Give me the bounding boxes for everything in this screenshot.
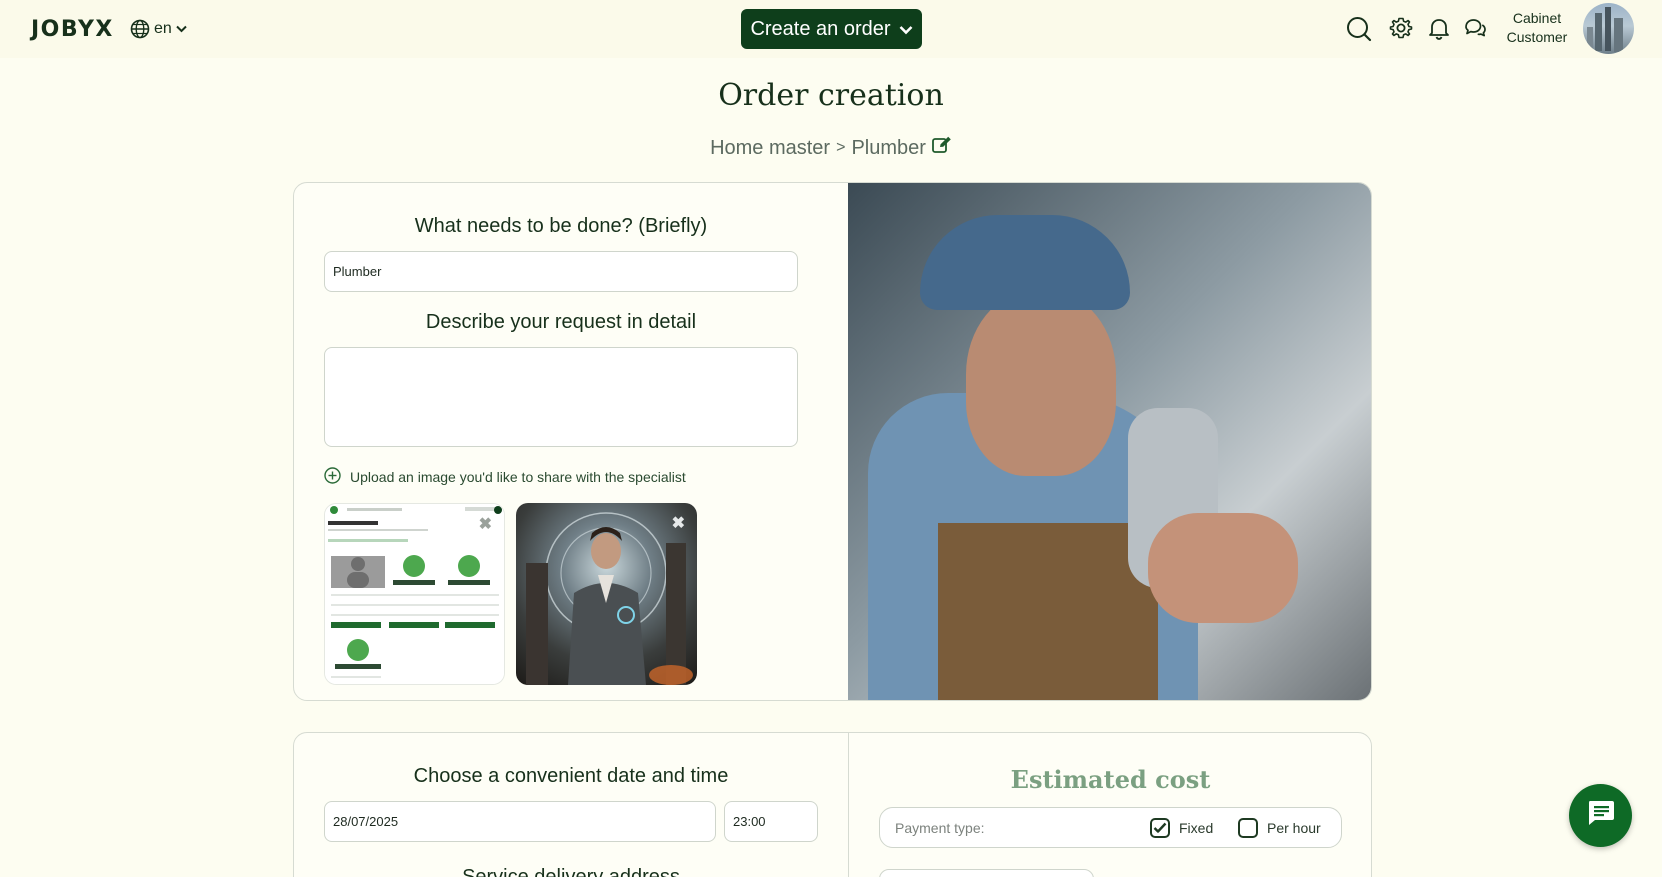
chevron-down-icon bbox=[176, 25, 187, 33]
chat-icon[interactable] bbox=[1463, 16, 1489, 42]
logo[interactable]: JOBYX bbox=[31, 17, 114, 42]
top-header: JOBYX en Create an order Cabinet Custome… bbox=[0, 0, 1662, 58]
create-order-button[interactable]: Create an order bbox=[741, 9, 922, 49]
brief-label: What needs to be done? (Briefly) bbox=[414, 215, 708, 237]
detail-label: Describe your request in detail bbox=[425, 311, 697, 333]
date-input-value: 28/07/2025 bbox=[333, 814, 399, 829]
upload-image-button[interactable]: Upload an image you'd like to share with… bbox=[324, 467, 686, 487]
user-name[interactable]: Cabinet Customer bbox=[1492, 9, 1582, 47]
chevron-down-icon bbox=[899, 18, 913, 41]
breadcrumb-category[interactable]: Home master bbox=[710, 137, 830, 160]
language-label: en bbox=[154, 20, 172, 37]
message-icon bbox=[1586, 798, 1616, 833]
address-label: Service delivery address bbox=[462, 866, 680, 877]
edit-icon[interactable] bbox=[932, 136, 952, 160]
search-icon[interactable] bbox=[1346, 16, 1372, 42]
payment-option-fixed[interactable]: Fixed bbox=[1150, 818, 1213, 838]
globe-icon bbox=[130, 19, 150, 39]
bell-icon[interactable] bbox=[1427, 16, 1453, 42]
brief-input[interactable]: Plumber bbox=[324, 251, 798, 292]
brief-input-value: Plumber bbox=[333, 264, 382, 279]
plus-circle-icon bbox=[324, 467, 341, 487]
portrait-thumbnail-image bbox=[526, 512, 693, 685]
chat-support-button[interactable] bbox=[1569, 784, 1632, 847]
date-input[interactable]: 28/07/2025 bbox=[324, 801, 716, 842]
cost-input[interactable] bbox=[879, 869, 1094, 877]
page-title: Order creation bbox=[718, 78, 944, 113]
attachment-portrait[interactable]: ✖ bbox=[516, 503, 697, 685]
breadcrumb-separator: > bbox=[836, 139, 846, 156]
time-input[interactable]: 23:00 bbox=[724, 801, 818, 842]
avatar[interactable] bbox=[1583, 3, 1634, 54]
checkbox-checked-icon[interactable] bbox=[1150, 818, 1170, 838]
payment-type-label: Payment type: bbox=[895, 820, 985, 836]
detail-textarea[interactable] bbox=[324, 347, 798, 447]
date-time-label: Choose a convenient date and time bbox=[413, 765, 729, 787]
language-selector[interactable]: en bbox=[130, 18, 187, 40]
payment-option-per-hour[interactable]: Per hour bbox=[1238, 818, 1321, 838]
plumber-hero-image bbox=[848, 183, 1371, 700]
checkbox-unchecked-icon[interactable] bbox=[1238, 818, 1258, 838]
card-divider bbox=[848, 733, 849, 877]
breadcrumb-item: Plumber bbox=[851, 136, 926, 159]
estimated-cost-title: Estimated cost bbox=[1010, 765, 1211, 794]
schedule-estimate-card: Choose a convenient date and time 28/07/… bbox=[293, 732, 1372, 877]
create-order-label: Create an order bbox=[750, 17, 891, 40]
payment-option-fixed-label: Fixed bbox=[1179, 820, 1214, 836]
upload-label: Upload an image you'd like to share with… bbox=[350, 469, 686, 485]
payment-type-selector: Payment type: Fixed Per hour bbox=[879, 807, 1342, 848]
remove-attachment-icon[interactable]: ✖ bbox=[479, 514, 492, 534]
breadcrumb: Home master > Plumber bbox=[0, 136, 1662, 160]
attachment-screenshot[interactable]: ✖ bbox=[324, 503, 505, 685]
payment-option-per-hour-label: Per hour bbox=[1267, 820, 1321, 836]
gear-icon[interactable] bbox=[1389, 16, 1415, 42]
user-name-line2: Customer bbox=[1506, 29, 1568, 45]
user-name-line1: Cabinet bbox=[1512, 10, 1562, 26]
order-details-card: What needs to be done? (Briefly) Plumber… bbox=[293, 182, 1372, 701]
time-input-value: 23:00 bbox=[733, 814, 766, 829]
remove-attachment-icon[interactable]: ✖ bbox=[672, 513, 685, 533]
